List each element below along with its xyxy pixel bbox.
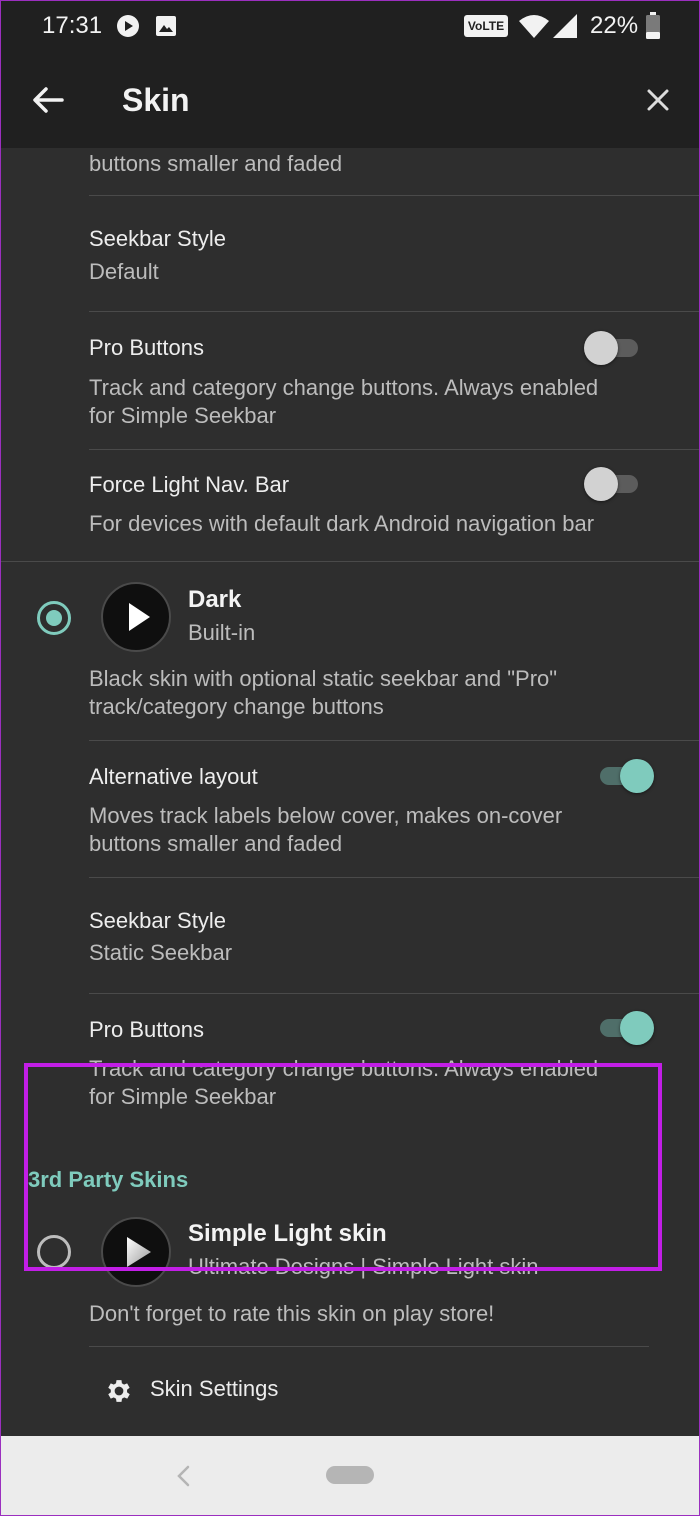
app-bar: Skin [0, 52, 700, 148]
divider [89, 740, 700, 741]
alternative-layout-title: Alternative layout [89, 764, 258, 789]
navigation-bar [0, 1436, 700, 1516]
battery-icon [646, 12, 660, 39]
pro-buttons-desc-2: for Simple Seekbar [89, 403, 277, 428]
alternative-layout-toggle[interactable] [596, 758, 654, 794]
seekbar-style-title: Seekbar Style [89, 908, 226, 933]
pro-buttons-title: Pro Buttons [89, 1017, 204, 1042]
seekbar-style-value: Static Seekbar [89, 940, 233, 965]
dark-skin-desc-1: Black skin with optional static seekbar … [89, 666, 558, 691]
divider [89, 1346, 649, 1347]
nav-back-icon[interactable] [174, 1464, 194, 1488]
divider [89, 311, 700, 312]
dark-skin-thumbnail [101, 582, 171, 652]
pro-buttons-desc-1: Track and category change buttons. Alway… [89, 375, 599, 400]
divider [0, 561, 700, 562]
dark-skin-source: Built-in [188, 620, 256, 645]
dark-skin-desc-2: track/category change buttons [89, 694, 384, 719]
divider [89, 195, 700, 196]
divider [89, 877, 700, 878]
dark-skin-name: Dark [188, 586, 242, 613]
close-icon[interactable] [640, 82, 676, 118]
status-time: 17:31 [42, 12, 103, 39]
pro-buttons-toggle[interactable] [596, 1010, 654, 1046]
image-icon [156, 16, 176, 36]
seekbar-style-title: Seekbar Style [89, 226, 226, 251]
nav-home-pill[interactable] [326, 1466, 374, 1484]
pro-buttons-title: Pro Buttons [89, 335, 204, 360]
status-bar: 17:31 VoLTE 22% [0, 0, 700, 52]
seekbar-style-value: Default [89, 259, 159, 284]
highlight-box [24, 1063, 662, 1271]
dark-skin-radio[interactable] [37, 601, 71, 635]
alt-layout-desc-tail: buttons smaller and faded [89, 151, 343, 176]
wifi-icon [519, 15, 549, 38]
signal-icon [553, 14, 577, 38]
page-title: Skin [122, 82, 190, 118]
pro-buttons-toggle[interactable] [584, 330, 642, 366]
force-light-nav-title: Force Light Nav. Bar [89, 472, 290, 497]
divider [89, 449, 700, 450]
simple-light-skin-desc: Don't forget to rate this skin on play s… [89, 1301, 495, 1326]
gear-icon [108, 1380, 130, 1402]
back-arrow-icon[interactable] [28, 80, 68, 120]
force-light-nav-desc: For devices with default dark Android na… [89, 511, 595, 536]
volte-icon: VoLTE [464, 15, 508, 37]
force-light-nav-toggle[interactable] [584, 466, 642, 502]
play-icon [129, 603, 150, 631]
skin-settings-label: Skin Settings [150, 1376, 279, 1401]
divider [89, 993, 700, 994]
alternative-layout-desc-2: buttons smaller and faded [89, 831, 343, 856]
alternative-layout-desc-1: Moves track labels below cover, makes on… [89, 803, 563, 828]
battery-percent: 22% [590, 12, 639, 39]
play-icon [117, 15, 139, 37]
